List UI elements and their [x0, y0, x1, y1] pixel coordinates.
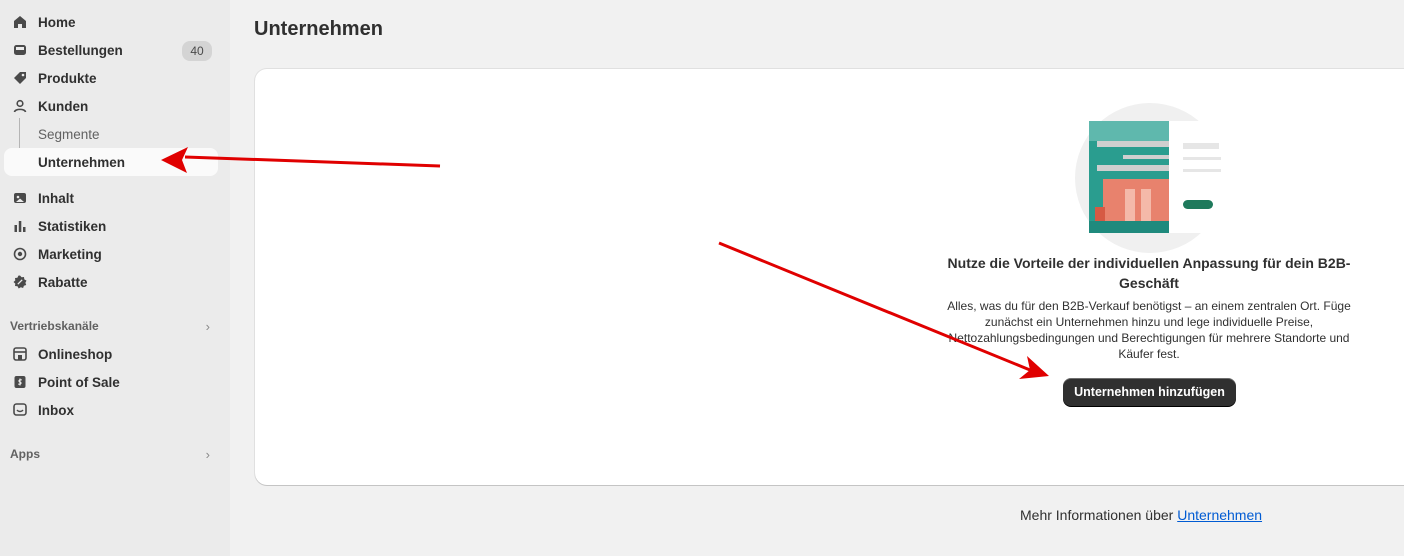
image-icon: [12, 190, 28, 206]
target-icon: [12, 246, 28, 262]
sidebar-item-label: Segmente: [38, 126, 100, 142]
empty-state-description: Alles, was du für den B2B-Verkauf benöti…: [947, 299, 1351, 361]
page-title: Unternehmen: [254, 18, 383, 40]
sidebar-item-bestellungen[interactable]: Bestellungen 40: [4, 36, 218, 64]
sales-channels-header[interactable]: Vertriebskanäle ›: [10, 316, 214, 336]
order-count-badge: 40: [182, 41, 212, 61]
sidebar-item-label: Home: [38, 14, 76, 30]
sidebar-item-inbox[interactable]: Inbox: [4, 396, 218, 424]
inbox-tray-icon: [12, 42, 28, 58]
sidebar-item-label: Produkte: [38, 70, 97, 86]
chat-inbox-icon: [12, 402, 28, 418]
sidebar-item-label: Inhalt: [38, 190, 74, 206]
sales-channels-label: Vertriebskanäle: [10, 319, 99, 333]
sidebar-item-produkte[interactable]: Produkte: [4, 64, 218, 92]
b2b-illustration: [1075, 103, 1225, 253]
sidebar-item-point-of-sale[interactable]: Point of Sale: [4, 368, 218, 396]
more-info-link[interactable]: Unternehmen: [1177, 507, 1262, 523]
store-icon: [12, 346, 28, 362]
person-icon: [12, 98, 28, 114]
home-icon: [12, 14, 28, 30]
chevron-right-icon: ›: [205, 446, 210, 462]
sidebar-item-inhalt[interactable]: Inhalt: [4, 184, 218, 212]
sidebar-item-label: Onlineshop: [38, 346, 113, 362]
sidebar-item-marketing[interactable]: Marketing: [4, 240, 218, 268]
sidebar-item-home[interactable]: Home: [4, 8, 218, 36]
more-info-footer: Mehr Informationen über Unternehmen: [1020, 507, 1262, 523]
discount-icon: [12, 274, 28, 290]
more-info-text: Mehr Informationen über: [1020, 507, 1174, 523]
pos-icon: [12, 374, 28, 390]
sidebar-item-label: Marketing: [38, 246, 102, 262]
sidebar-item-label: Kunden: [38, 98, 89, 114]
chevron-right-icon: ›: [205, 318, 210, 334]
apps-label: Apps: [10, 447, 40, 461]
sidebar-item-unternehmen[interactable]: Unternehmen: [4, 148, 218, 176]
empty-state-heading: Nutze die Vorteile der individuellen Anp…: [947, 255, 1351, 291]
sidebar-item-segmente[interactable]: Segmente: [4, 120, 218, 148]
sidebar-item-label: Unternehmen: [38, 154, 126, 170]
sidebar-item-label: Bestellungen: [38, 42, 123, 58]
sidebar-item-label: Inbox: [38, 402, 74, 418]
apps-header[interactable]: Apps ›: [10, 444, 214, 464]
sidebar: Home Bestellungen 40 Produkte Kunden Seg…: [0, 0, 230, 556]
tag-icon: [12, 70, 28, 86]
sidebar-item-onlineshop[interactable]: Onlineshop: [4, 340, 218, 368]
sidebar-item-kunden[interactable]: Kunden: [4, 92, 218, 120]
bar-chart-icon: [12, 218, 28, 234]
add-company-button[interactable]: Unternehmen hinzufügen: [1063, 378, 1236, 406]
sidebar-item-label: Point of Sale: [38, 374, 120, 390]
sidebar-item-rabatte[interactable]: Rabatte: [4, 268, 218, 296]
sidebar-item-label: Statistiken: [38, 218, 107, 234]
sidebar-item-statistiken[interactable]: Statistiken: [4, 212, 218, 240]
sidebar-item-label: Rabatte: [38, 274, 88, 290]
